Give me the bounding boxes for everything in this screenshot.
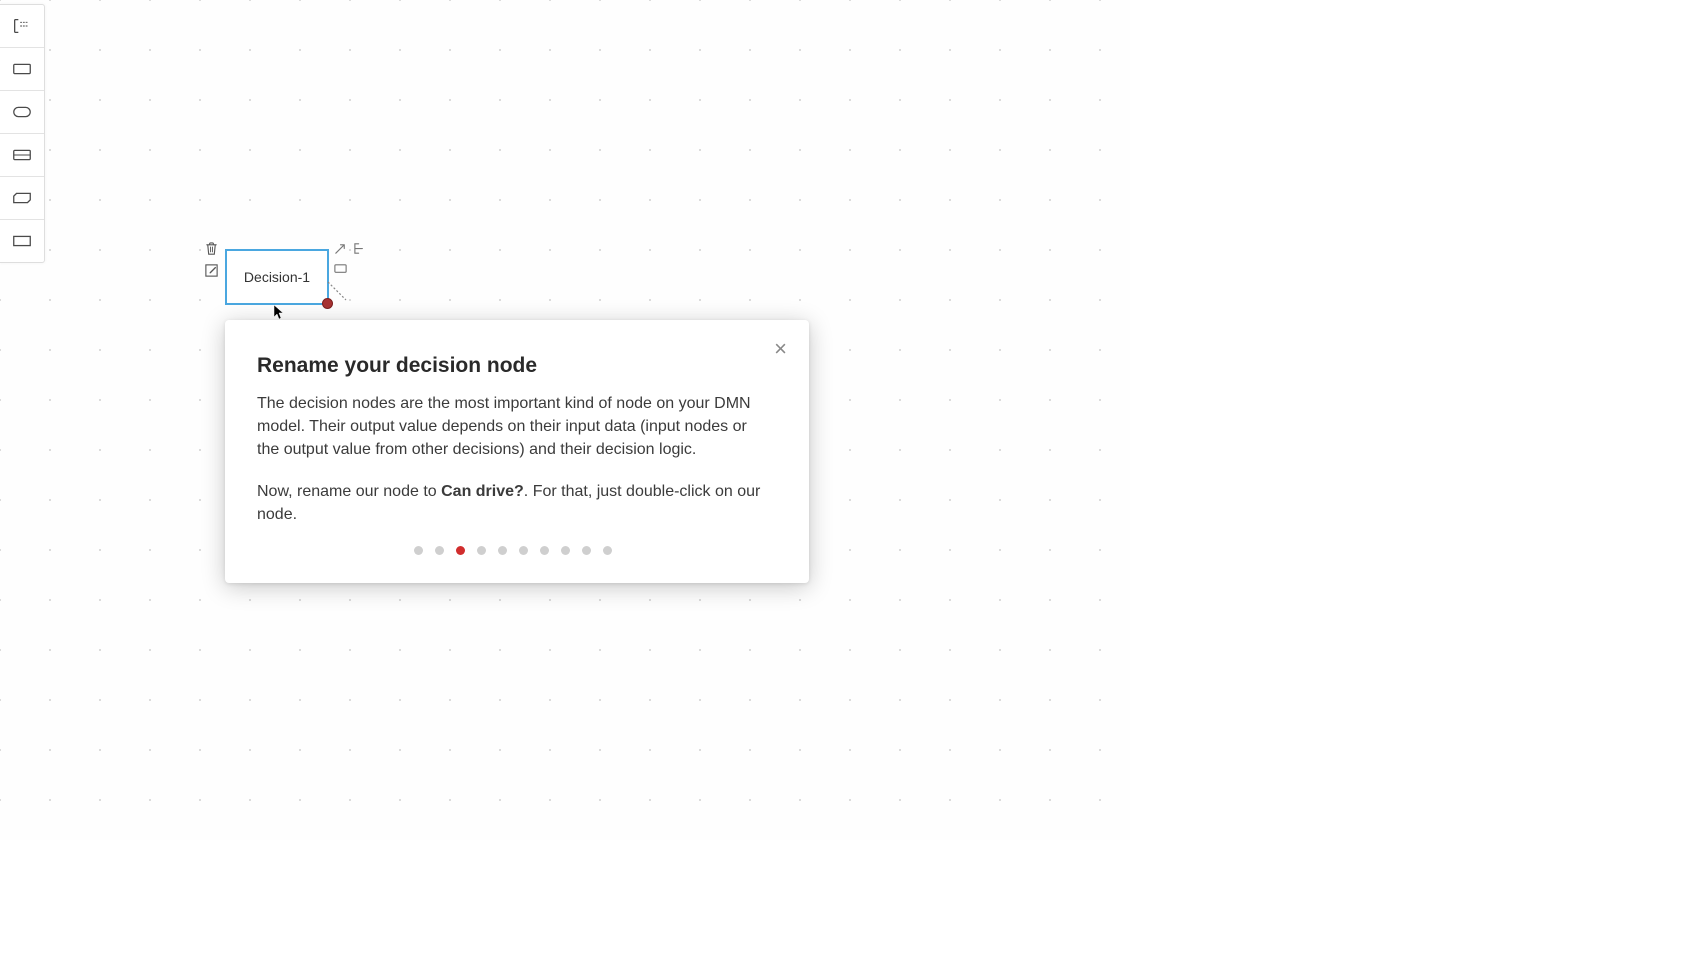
knowledge-source-shape-tool[interactable]: [0, 134, 44, 177]
tutorial-title: Rename your decision node: [257, 354, 769, 378]
pager-dot-5[interactable]: [498, 546, 507, 555]
pager-dot-7[interactable]: [540, 546, 549, 555]
knowledge-source-shape-icon: [11, 146, 33, 164]
shape-palette: [0, 4, 45, 263]
node-connection-point-se[interactable]: [322, 298, 333, 309]
pager-dot-9[interactable]: [582, 546, 591, 555]
edit-icon: [204, 263, 219, 278]
pager-dot-1[interactable]: [414, 546, 423, 555]
properties-icon: [333, 261, 348, 276]
node-connect-button[interactable]: [332, 240, 348, 256]
pager-dot-3[interactable]: [456, 546, 465, 555]
decision-service-shape-icon: [11, 232, 33, 250]
node-delete-button[interactable]: [203, 240, 219, 256]
input-data-shape-tool[interactable]: [0, 91, 44, 134]
input-data-shape-icon: [11, 103, 33, 121]
pager-dot-10[interactable]: [603, 546, 612, 555]
annotation-icon: [11, 17, 33, 35]
tutorial-popover: × Rename your decision node The decision…: [225, 320, 809, 583]
tutorial-paragraph-1: The decision nodes are the most importan…: [257, 392, 769, 462]
pager-dot-4[interactable]: [477, 546, 486, 555]
pager-dot-6[interactable]: [519, 546, 528, 555]
canvas-blank-bottom: [0, 840, 1684, 980]
decision-shape-icon: [11, 60, 33, 78]
bkm-shape-tool[interactable]: [0, 177, 44, 220]
tutorial-step-pager: [257, 546, 769, 555]
close-icon: ×: [774, 336, 787, 361]
annotation-tool[interactable]: [0, 5, 44, 48]
tutorial-paragraph-2: Now, rename our node to Can drive?. For …: [257, 480, 769, 526]
node-edit-button[interactable]: [203, 262, 219, 278]
pager-dot-2[interactable]: [435, 546, 444, 555]
node-link-button[interactable]: [352, 240, 368, 256]
decision-shape-tool[interactable]: [0, 48, 44, 91]
canvas-blank-right: [1130, 0, 1684, 840]
tutorial-p2-bold: Can drive?: [441, 483, 524, 500]
decision-service-shape-tool[interactable]: [0, 220, 44, 262]
tutorial-p2-prefix: Now, rename our node to: [257, 483, 441, 500]
pager-dot-8[interactable]: [561, 546, 570, 555]
link-left-icon: [353, 241, 368, 256]
trash-icon: [204, 241, 219, 256]
arrow-diag-icon: [333, 241, 348, 256]
decision-node[interactable]: Decision-1: [225, 249, 329, 305]
node-properties-button[interactable]: [332, 260, 348, 276]
tutorial-close-button[interactable]: ×: [774, 338, 787, 360]
bkm-shape-icon: [11, 189, 33, 207]
decision-node-label: Decision-1: [244, 269, 310, 285]
